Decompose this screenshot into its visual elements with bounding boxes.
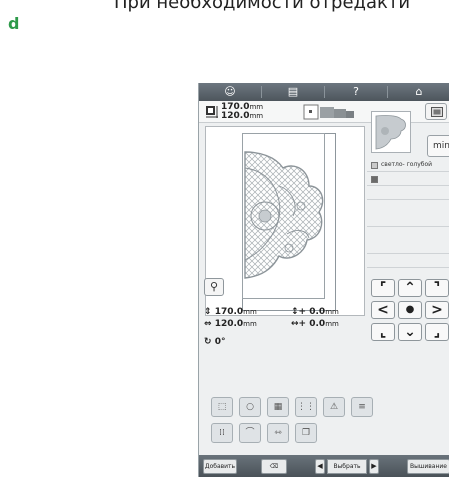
image-icon [431, 107, 443, 117]
page-icon: ▤ [287, 85, 299, 98]
horizontal-offset-icon: ↔+ [291, 319, 307, 329]
pin-icon: ⚲ [209, 280, 219, 293]
size-info-row: 170.0mm 120.0mm [199, 101, 449, 123]
select-prev-button[interactable]: ◀ [315, 459, 325, 474]
help-button[interactable]: ? [325, 83, 387, 101]
empty-row [367, 187, 449, 200]
mirror-tool-button[interactable]: ⚠ [323, 397, 345, 417]
border-tool-button[interactable]: ≡ [351, 397, 373, 417]
density-icon: ⋮⋮ [297, 402, 315, 412]
select-label: Выбрать [327, 459, 367, 474]
text-arrange-icon: ⁞⁞ [219, 428, 225, 438]
center-button[interactable]: ● [398, 301, 422, 319]
color-swatch [371, 162, 378, 169]
text-spacing-button[interactable]: ⇿ [267, 423, 289, 443]
move-down-left-button[interactable]: ⌞ [371, 323, 395, 341]
pattern-thumbnail[interactable] [371, 111, 411, 153]
hoop-outline [242, 133, 336, 311]
delete-button[interactable]: ⌫ [261, 459, 287, 474]
triangle-left-icon: ◀ [317, 462, 323, 470]
vertical-offset-icon: ↕+ [291, 307, 307, 317]
thread-color-list: светло- голубой [367, 159, 449, 269]
bottom-bar: Добавить ⌫ ◀ Выбрать ▶ Вышивание [199, 455, 449, 477]
text-curve-button[interactable]: ⌒ [239, 423, 261, 443]
color-swatch [371, 176, 378, 183]
home-button[interactable]: ⌂ [388, 83, 449, 101]
step-letter: d [8, 14, 20, 33]
empty-row [367, 214, 449, 227]
move-down-button[interactable]: ⌄ [398, 323, 422, 341]
move-up-button[interactable]: ⌃ [398, 279, 422, 297]
array-tool-button[interactable]: ▦ [267, 397, 289, 417]
edit-tools: ⬚ ○ ▦ ⋮⋮ ⚠ ≡ ⁞⁞ ⌒ ⇿ ❐ [205, 397, 449, 451]
needle-point-button[interactable]: ⚲ [204, 278, 224, 296]
color-name-label: светло- голубой [381, 161, 433, 168]
pattern-preview [205, 126, 365, 316]
add-button[interactable]: Добавить [203, 459, 237, 474]
width-readout: ⇔ 120.0mm [204, 319, 257, 329]
move-down-right-button[interactable]: ⌟ [425, 323, 449, 341]
rotation-readout: ↻ 0° [204, 337, 226, 347]
rotation-icon: ↻ [204, 337, 212, 347]
mirror-icon: ⚠ [329, 402, 339, 412]
border-icon: ≡ [358, 402, 366, 412]
help-icon: ? [353, 85, 359, 98]
move-right-button[interactable]: > [425, 301, 449, 319]
vertical-offset-readout: ↕+ 0.0mm [291, 307, 339, 317]
text-arrange-button[interactable]: ⁞⁞ [211, 423, 233, 443]
eraser-icon: ⌫ [269, 463, 279, 470]
pattern-width-readout: 120.0mm [221, 111, 264, 121]
lace-thumbnail-image [375, 115, 406, 150]
array-icon: ▦ [273, 402, 283, 412]
thread-color-row[interactable]: светло- голубой [367, 159, 449, 172]
duplicate-icon: ❐ [301, 428, 311, 438]
embroidery-edit-screen: ☺ ▤ ? ⌂ 170.0mm 120.0mm min светло- голу… [198, 83, 449, 477]
move-left-button[interactable]: < [371, 301, 395, 319]
rotate-icon: ○ [246, 402, 254, 412]
empty-row [367, 241, 449, 254]
height-readout: ⇕ 170.0mm [204, 307, 257, 317]
size-icon [206, 106, 218, 118]
image-view-button[interactable] [425, 103, 447, 120]
rotate-tool-button[interactable]: ○ [239, 397, 261, 417]
move-up-left-button[interactable]: ⌜ [371, 279, 395, 297]
text-spacing-icon: ⇿ [274, 428, 282, 438]
empty-row [367, 255, 449, 268]
triangle-right-icon: ▶ [371, 462, 377, 470]
lace-pattern-image [244, 151, 324, 279]
info-icon: ☺ [224, 85, 236, 98]
thread-color-row[interactable] [367, 173, 449, 186]
top-bar: ☺ ▤ ? ⌂ [199, 83, 449, 101]
height-icon: ⇕ [204, 307, 212, 317]
home-icon: ⌂ [415, 85, 423, 98]
info-button[interactable]: ☺ [199, 83, 261, 101]
instruction-caption: При необходимости отредакти [114, 0, 411, 13]
embroidery-button[interactable]: Вышивание [407, 459, 449, 474]
horizontal-offset-readout: ↔+ 0.0mm [291, 319, 339, 329]
text-curve-icon: ⌒ [245, 428, 255, 438]
min-button[interactable]: min [427, 135, 449, 157]
duplicate-button[interactable]: ❐ [295, 423, 317, 443]
width-icon: ⇔ [204, 319, 212, 329]
resize-icon: ⬚ [217, 402, 227, 412]
move-up-right-button[interactable]: ⌝ [425, 279, 449, 297]
density-tool-button[interactable]: ⋮⋮ [295, 397, 317, 417]
hoop-size-icon [303, 104, 354, 120]
page-button[interactable]: ▤ [262, 83, 324, 101]
resize-tool-button[interactable]: ⬚ [211, 397, 233, 417]
select-next-button[interactable]: ▶ [369, 459, 379, 474]
